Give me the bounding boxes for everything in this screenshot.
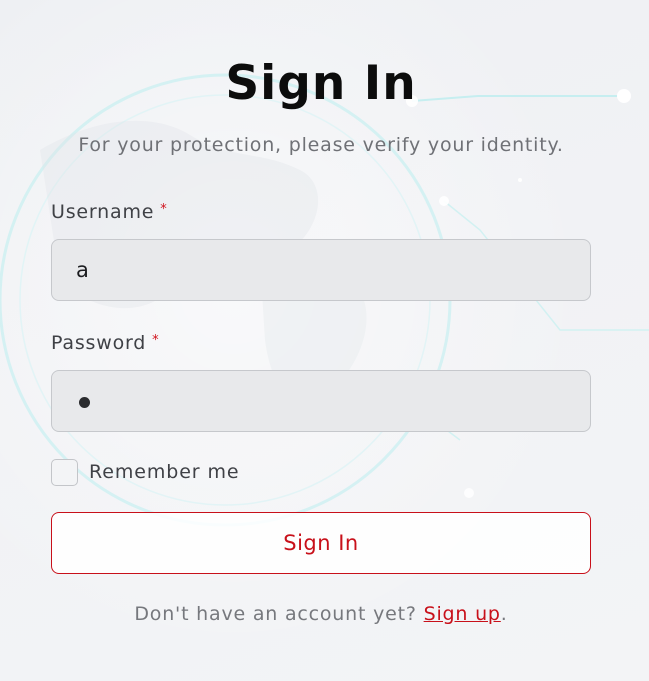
page-subtitle: For your protection, please verify your …: [78, 134, 564, 156]
page-title: Sign In: [225, 56, 417, 111]
signup-trailing-period: .: [500, 603, 508, 625]
sign-in-page: Sign In For your protection, please veri…: [0, 0, 649, 681]
signup-prompt-text: Don't have an account yet?: [134, 603, 417, 625]
required-marker: *: [152, 333, 160, 348]
username-value: a: [76, 258, 89, 282]
sign-up-link[interactable]: Sign up: [424, 603, 501, 625]
remember-me-label[interactable]: Remember me: [89, 460, 239, 484]
username-label-text: Username: [51, 201, 155, 223]
password-mask-dot: [79, 397, 90, 408]
sign-in-button[interactable]: Sign In: [51, 512, 591, 574]
password-label-text: Password: [51, 332, 147, 354]
username-label: Username *: [51, 200, 168, 224]
password-label: Password *: [51, 331, 159, 355]
password-field[interactable]: [51, 370, 591, 432]
required-marker: *: [160, 202, 168, 217]
remember-me-checkbox[interactable]: [51, 459, 78, 486]
signup-prompt: Don't have an account yet? Sign up.: [51, 602, 591, 626]
username-field[interactable]: a: [51, 239, 591, 301]
